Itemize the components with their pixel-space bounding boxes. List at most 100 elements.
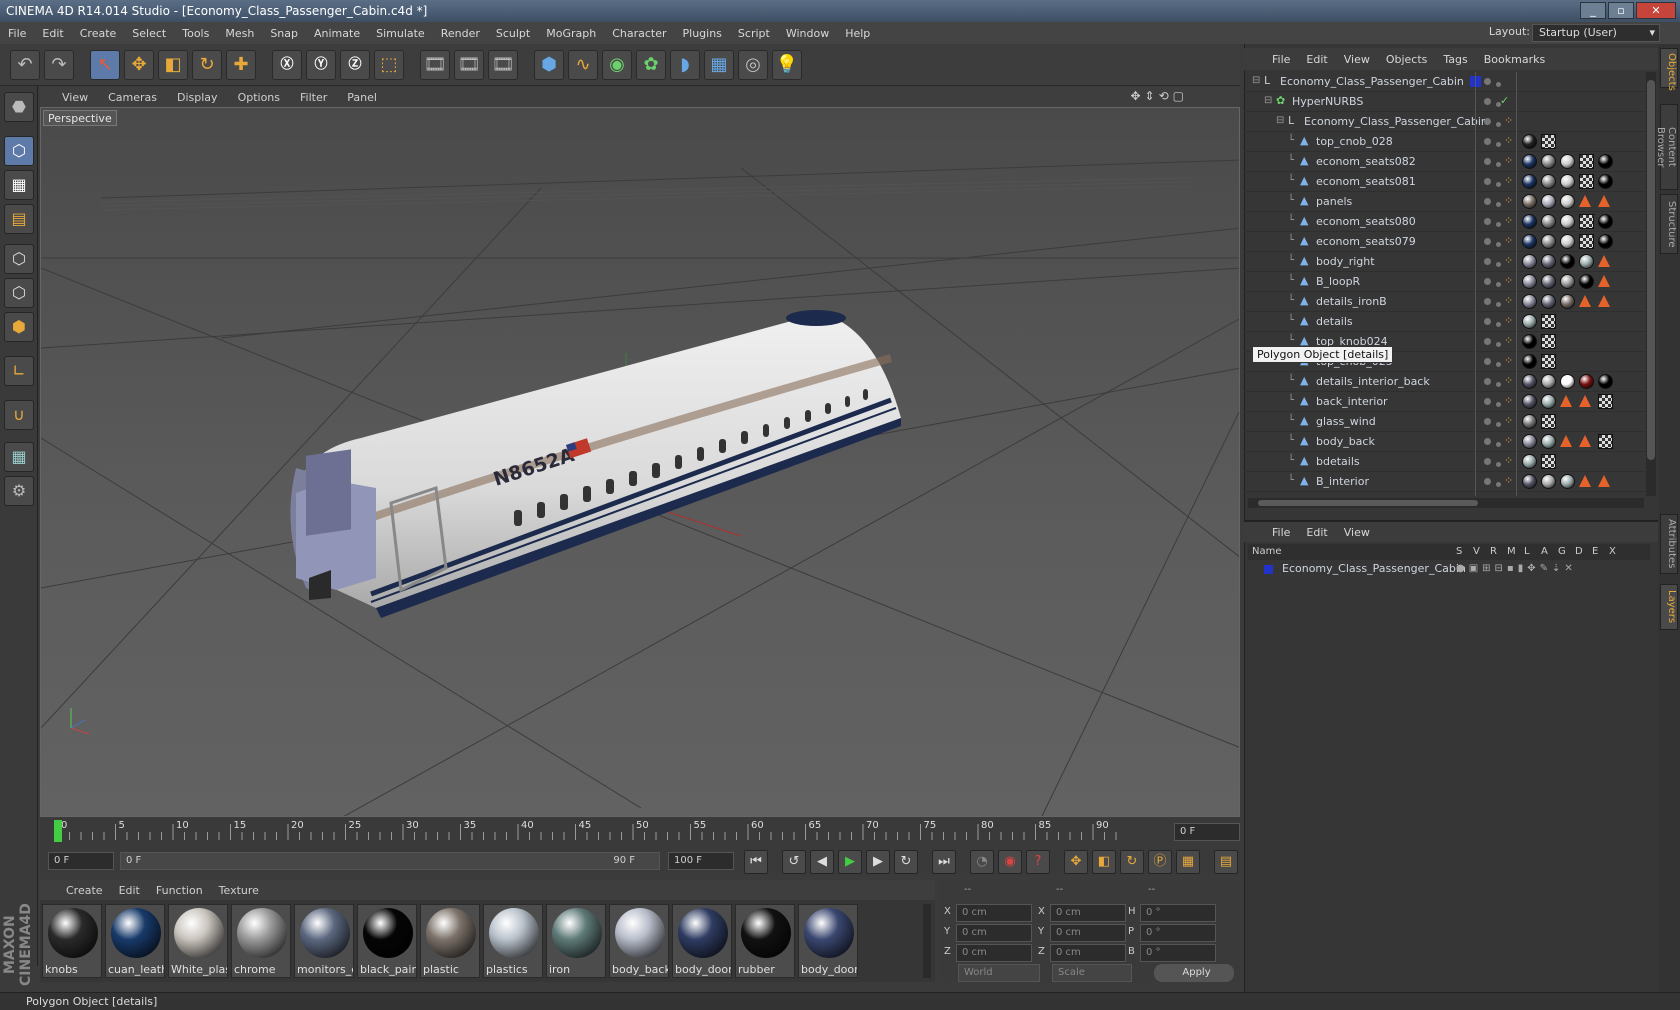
layer-column-header[interactable]: Name <box>1252 544 1282 560</box>
coord-scale-select[interactable]: Scale <box>1052 964 1132 982</box>
phong-tag-icon[interactable]: ⁘ <box>1504 434 1513 447</box>
expand-toggle-icon[interactable]: ⊟ <box>1276 115 1284 126</box>
axis-mode-icon[interactable]: ∟ <box>4 356 34 386</box>
live-selection-icon[interactable]: ↖ <box>90 50 120 80</box>
render-picture-viewer-icon[interactable]: 🎞 <box>454 50 484 80</box>
phong-tag-icon[interactable]: ⁘ <box>1504 154 1513 167</box>
material-swatch[interactable]: knobs <box>42 904 102 978</box>
phong-tag-icon[interactable]: ⁘ <box>1504 214 1513 227</box>
phong-tag-icon[interactable]: ⁘ <box>1504 254 1513 267</box>
editor-visibility-dot[interactable] <box>1484 118 1491 125</box>
menu-character[interactable]: Character <box>612 27 666 40</box>
menu-edit[interactable]: Edit <box>42 27 63 40</box>
material-tag-icon[interactable] <box>1541 194 1556 209</box>
phong-tag-icon[interactable]: ⁘ <box>1504 114 1513 127</box>
material-tag-icon[interactable] <box>1560 254 1575 269</box>
material-tag-icon[interactable] <box>1541 294 1556 309</box>
render-visibility-dot[interactable] <box>1496 362 1501 367</box>
workplane-icon[interactable]: ▤ <box>4 204 34 234</box>
object-row[interactable]: └ ▲ body_back ⁘ <box>1244 432 1646 452</box>
render-visibility-dot[interactable] <box>1496 302 1501 307</box>
material-tag-icon[interactable] <box>1560 474 1575 489</box>
render-visibility-dot[interactable] <box>1496 442 1501 447</box>
nurbs-icon[interactable]: ◉ <box>602 50 632 80</box>
editor-visibility-dot[interactable] <box>1484 478 1491 485</box>
layer-column-header[interactable]: L <box>1524 544 1530 560</box>
spline-pen-icon[interactable]: ∿ <box>568 50 598 80</box>
menu-plugins[interactable]: Plugins <box>683 27 722 40</box>
material-tag-icon[interactable] <box>1522 274 1537 289</box>
layer-menu-edit[interactable]: Edit <box>1306 526 1327 539</box>
cube-icon[interactable]: ⬢ <box>534 50 564 80</box>
scrollbar-thumb[interactable] <box>1647 80 1655 460</box>
material-tag-icon[interactable] <box>1579 274 1594 289</box>
minimize-button[interactable]: _ <box>1580 2 1606 19</box>
material-tag-icon[interactable] <box>1522 334 1537 349</box>
material-scrollbar[interactable] <box>923 904 931 978</box>
material-tag-icon[interactable] <box>1560 174 1575 189</box>
coord-input[interactable]: 0 cm <box>956 924 1032 942</box>
object-row[interactable]: └ ▲ B_loopR ⁘ <box>1244 272 1646 292</box>
expand-toggle-icon[interactable]: ⊟ <box>1252 75 1260 86</box>
deformer-icon[interactable]: ◗ <box>670 50 700 80</box>
layer-row[interactable]: Economy_Class_Passenger_Cabin ●▣⊞⊟▪▮✥✎⇣✕ <box>1248 560 1650 578</box>
render-visibility-dot[interactable] <box>1496 342 1501 347</box>
render-visibility-dot[interactable] <box>1496 262 1501 267</box>
texture-tag-icon[interactable] <box>1598 394 1613 409</box>
object-row[interactable]: ⊟ L Economy_Class_Passenger_Cabin <box>1244 72 1646 92</box>
editor-visibility-dot[interactable] <box>1484 218 1491 225</box>
editor-visibility-dot[interactable] <box>1484 398 1491 405</box>
material-tag-icon[interactable] <box>1541 254 1556 269</box>
render-visibility-dot[interactable] <box>1496 142 1501 147</box>
editor-visibility-dot[interactable] <box>1484 318 1491 325</box>
editor-visibility-dot[interactable] <box>1484 198 1491 205</box>
go-to-next-key-icon[interactable]: ↻ <box>894 850 918 874</box>
render-visibility-dot[interactable] <box>1496 322 1501 327</box>
phong-tag-icon[interactable]: ⁘ <box>1504 314 1513 327</box>
key-scale-icon[interactable]: ◧ <box>1092 850 1116 874</box>
key-pla-icon[interactable]: ▦ <box>1176 850 1200 874</box>
layer-column-header[interactable]: A <box>1541 544 1548 560</box>
points-mode-icon[interactable]: ⬡ <box>4 244 34 274</box>
z-axis-lock-icon[interactable]: Ⓩ <box>340 50 370 80</box>
expand-toggle-icon[interactable]: ⊟ <box>1264 95 1272 106</box>
material-tag-icon[interactable] <box>1522 374 1537 389</box>
layer-toggle-icons[interactable]: ●▣⊞⊟▪▮✥✎⇣✕ <box>1456 560 1577 578</box>
redo-icon[interactable]: ↷ <box>44 50 74 80</box>
texture-tag-icon[interactable] <box>1579 214 1594 229</box>
menu-help[interactable]: Help <box>845 27 870 40</box>
material-swatch[interactable]: body_back <box>609 904 669 978</box>
material-tag-icon[interactable] <box>1522 214 1537 229</box>
object-menu-view[interactable]: View <box>1344 53 1370 66</box>
editor-visibility-dot[interactable] <box>1484 138 1491 145</box>
texture-mode-icon[interactable]: ▦ <box>4 170 34 200</box>
object-row[interactable]: └ ▲ panels ⁘ <box>1244 192 1646 212</box>
menu-snap[interactable]: Snap <box>270 27 298 40</box>
material-swatch[interactable]: plastics <box>483 904 543 978</box>
workplane-lock-icon[interactable]: ▦ <box>4 442 34 472</box>
viewport-menu-view[interactable]: View <box>62 91 88 104</box>
record-keys-icon[interactable]: ◔ <box>970 850 994 874</box>
snap-magnet-icon[interactable]: ∪ <box>4 400 34 430</box>
render-visibility-dot[interactable] <box>1496 122 1501 127</box>
material-menu-function[interactable]: Function <box>156 884 203 897</box>
keyframe-selection-icon[interactable]: ? <box>1026 850 1050 874</box>
start-frame-field[interactable]: 0 F <box>48 852 114 870</box>
x-axis-lock-icon[interactable]: Ⓧ <box>272 50 302 80</box>
texture-tag-icon[interactable] <box>1579 234 1594 249</box>
editor-visibility-dot[interactable] <box>1484 258 1491 265</box>
phong-tag-icon[interactable]: ⁘ <box>1504 174 1513 187</box>
coord-input[interactable]: 0 cm <box>1050 904 1126 922</box>
light-icon[interactable]: 💡 <box>772 50 802 80</box>
phong-tag-icon[interactable]: ⁘ <box>1504 354 1513 367</box>
previous-frame-icon[interactable]: ◀ <box>810 850 834 874</box>
texture-tag-icon[interactable] <box>1541 354 1556 369</box>
material-swatch[interactable]: body_door <box>672 904 732 978</box>
phong-tag-icon[interactable]: ⁘ <box>1504 454 1513 467</box>
material-tag-icon[interactable] <box>1522 454 1537 469</box>
material-swatch[interactable]: White_plas <box>168 904 228 978</box>
material-tag-icon[interactable] <box>1541 154 1556 169</box>
material-tag-icon[interactable] <box>1522 354 1537 369</box>
layer-menu-view[interactable]: View <box>1344 526 1370 539</box>
layer-column-header[interactable]: D <box>1575 544 1583 560</box>
